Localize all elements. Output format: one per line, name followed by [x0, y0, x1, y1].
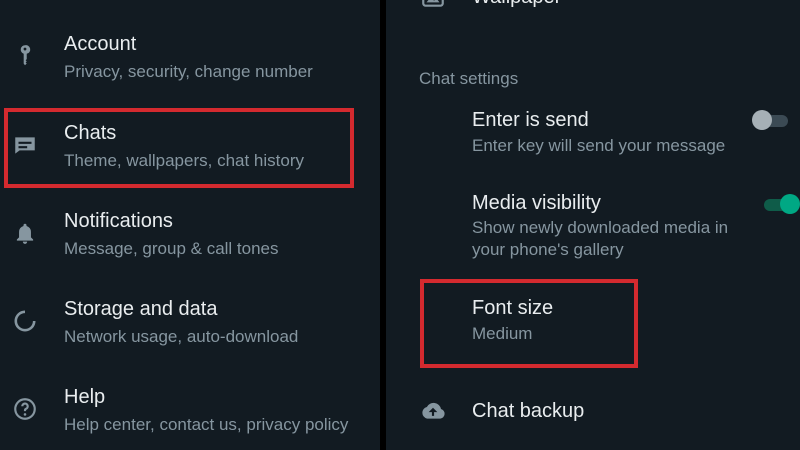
toggle-thumb [752, 110, 772, 130]
setting-value: Medium [472, 324, 533, 343]
settings-item-help[interactable]: Help Help center, contact us, privacy po… [0, 380, 380, 440]
media-visibility-toggle[interactable] [760, 193, 800, 215]
setting-enter-is-send[interactable]: Enter is send Enter key will send your m… [386, 106, 800, 160]
settings-item-subtitle: Message, group & call tones [64, 239, 279, 258]
settings-item-title: Chats [64, 122, 117, 144]
settings-item-notifications[interactable]: Notifications Message, group & call tone… [0, 204, 380, 264]
setting-media-visibility[interactable]: Media visibility Show newly downloaded m… [386, 190, 800, 262]
chat-settings-panel: Wallpaper Chat settings Enter is send En… [386, 0, 800, 450]
settings-item-chats[interactable]: Chats Theme, wallpapers, chat history [0, 116, 380, 176]
help-icon [12, 396, 38, 422]
setting-font-size[interactable]: Font size Medium [386, 294, 800, 348]
chat-icon [12, 132, 38, 158]
settings-item-title: Help [64, 386, 106, 408]
cloud-upload-icon [420, 398, 446, 424]
setting-title: Chat backup [472, 400, 585, 422]
settings-item-title: Account [64, 33, 137, 55]
key-icon [12, 42, 38, 68]
toggle-thumb [780, 194, 800, 214]
setting-subtitle: Enter key will send your message [472, 136, 726, 155]
wallpaper-icon [420, 0, 446, 10]
settings-item-title: Notifications [64, 210, 173, 232]
section-header-chat-settings: Chat settings [419, 69, 519, 88]
enter-is-send-toggle[interactable] [752, 109, 792, 131]
storage-icon [12, 308, 38, 334]
setting-subtitle-line2: your phone's gallery [472, 240, 624, 259]
setting-title: Font size [472, 297, 554, 319]
settings-item-subtitle: Privacy, security, change number [64, 62, 313, 81]
setting-title: Wallpaper [472, 0, 561, 8]
setting-title: Media visibility [472, 192, 601, 214]
setting-subtitle-line1: Show newly downloaded media in [472, 218, 729, 237]
setting-title: Enter is send [472, 109, 589, 131]
settings-menu-panel: Account Privacy, security, change number… [0, 0, 380, 450]
settings-item-title: Storage and data [64, 298, 218, 320]
bell-icon [12, 220, 38, 246]
settings-item-subtitle: Network usage, auto-download [64, 327, 299, 346]
settings-item-storage[interactable]: Storage and data Network usage, auto-dow… [0, 292, 380, 352]
setting-wallpaper[interactable]: Wallpaper [386, 0, 800, 16]
setting-chat-backup[interactable]: Chat backup [386, 394, 800, 430]
settings-item-subtitle: Theme, wallpapers, chat history [64, 151, 304, 170]
settings-item-account[interactable]: Account Privacy, security, change number [0, 28, 380, 88]
settings-item-subtitle: Help center, contact us, privacy policy [64, 415, 349, 434]
